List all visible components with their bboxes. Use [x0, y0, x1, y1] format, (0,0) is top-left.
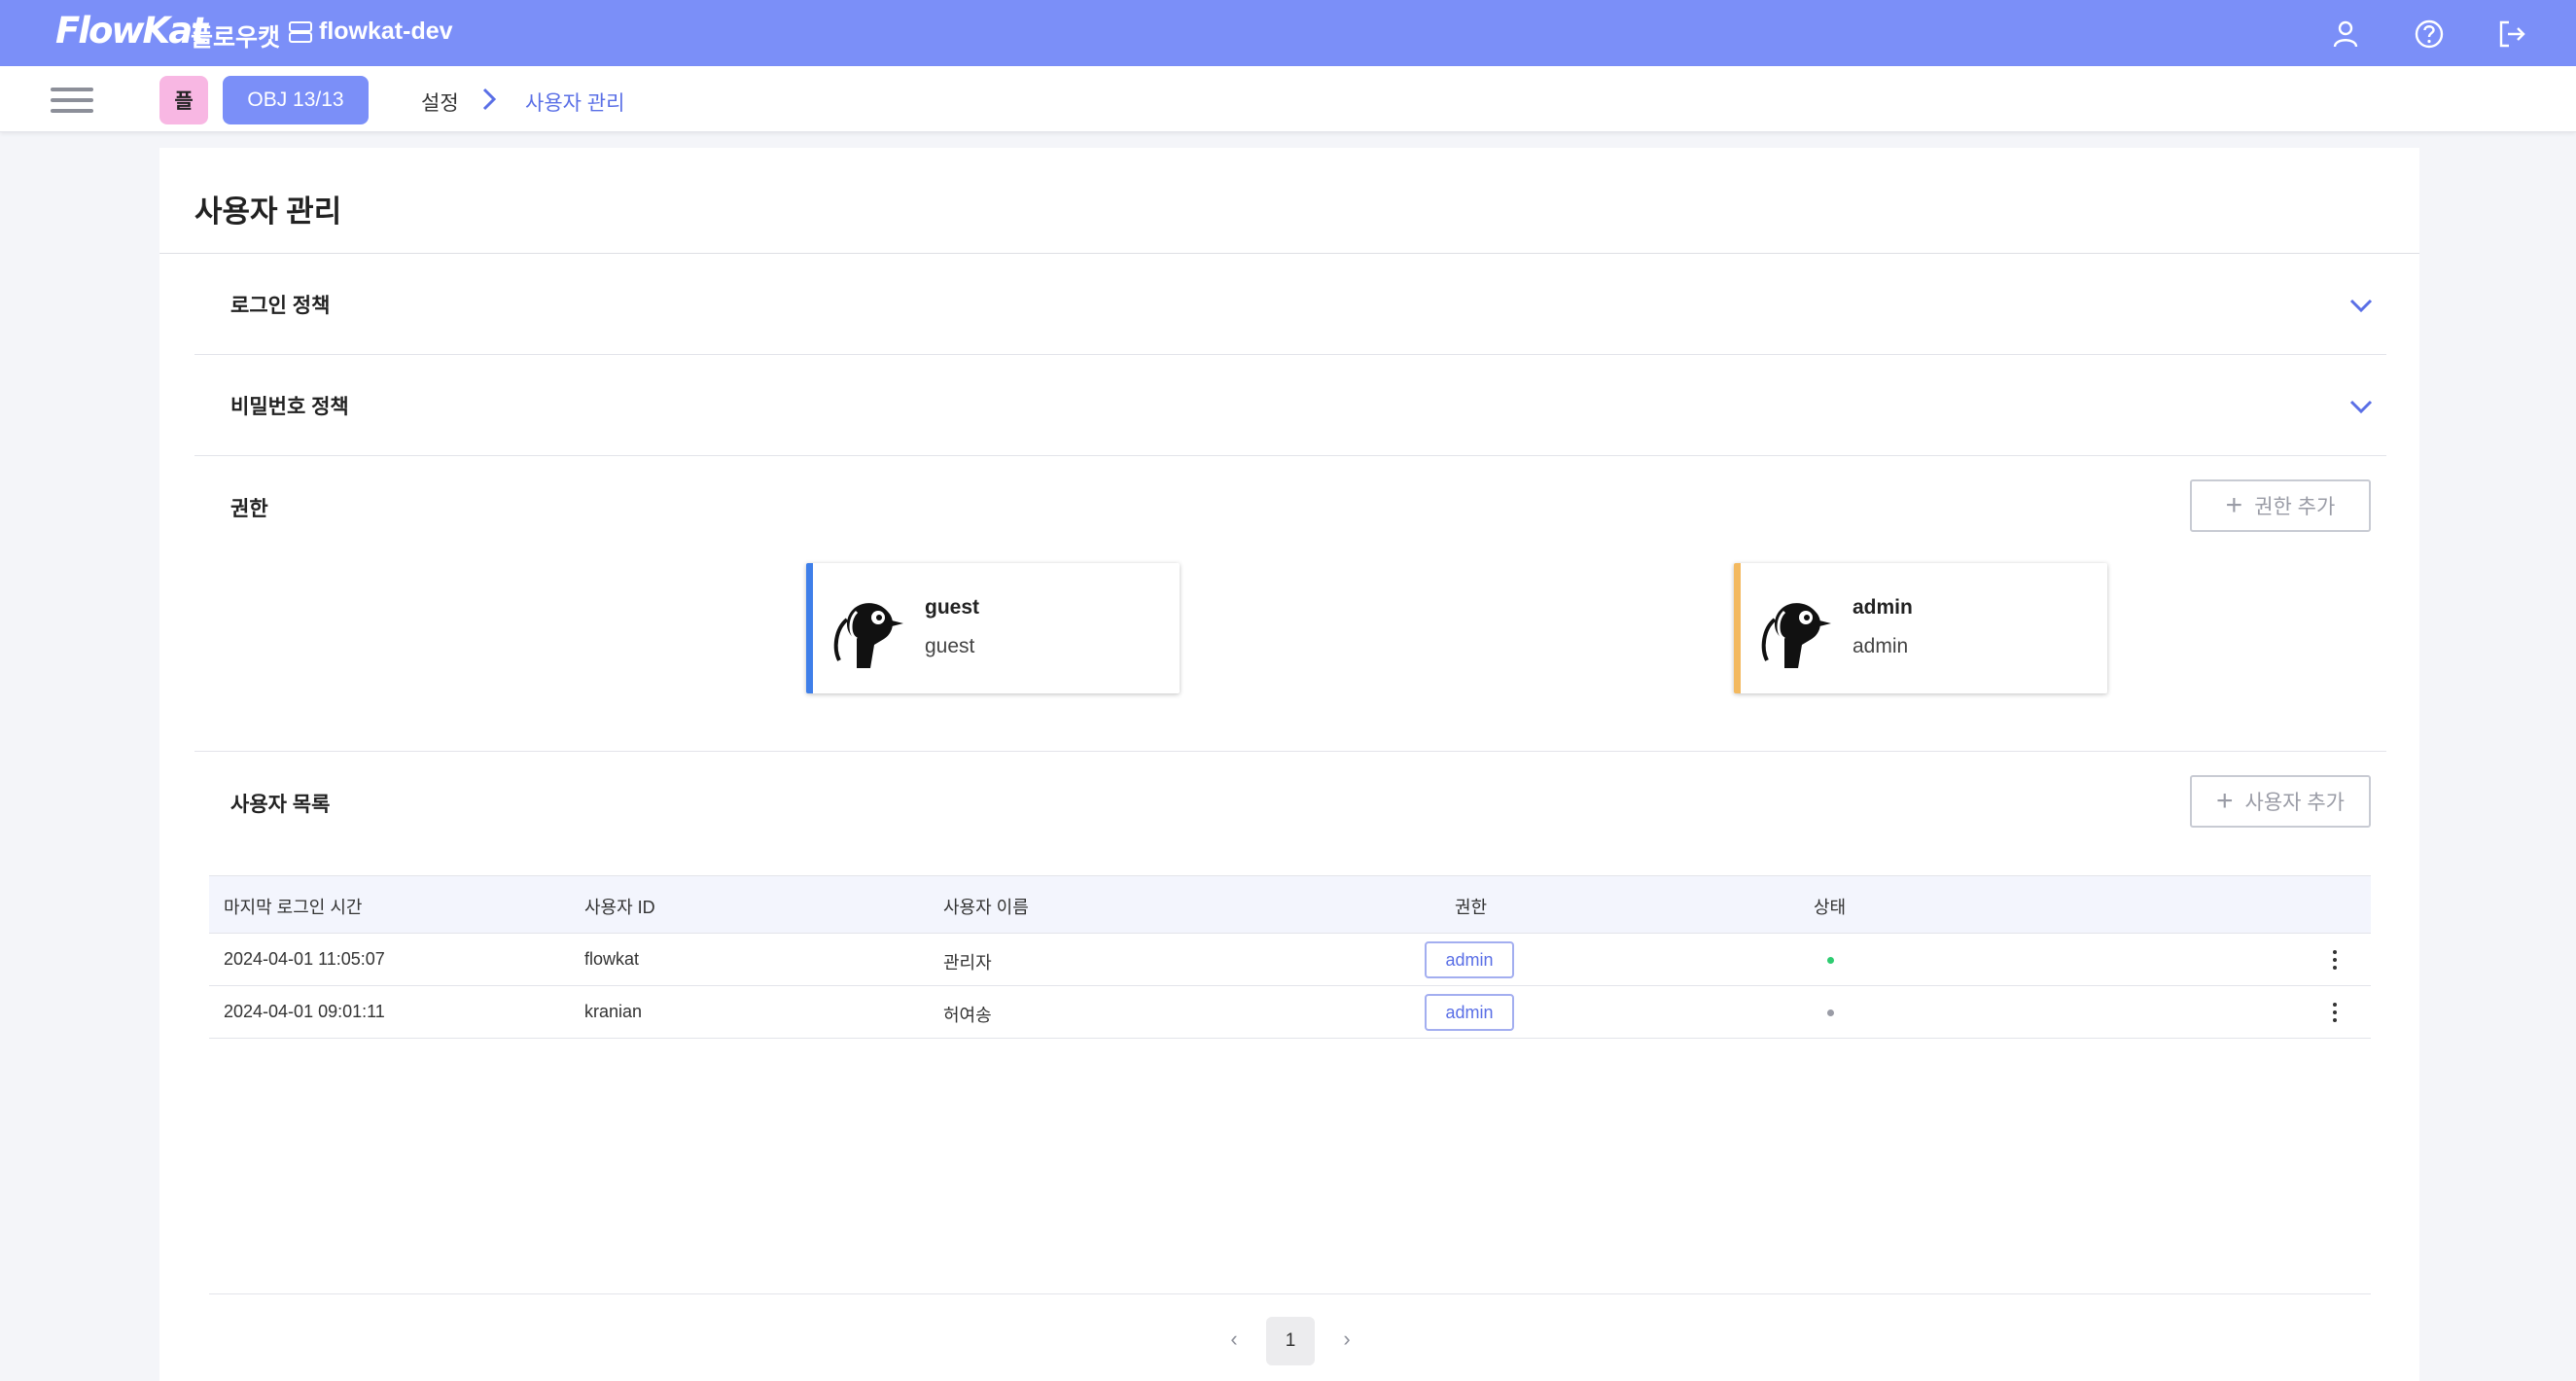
pagination-prev-icon[interactable]: ‹	[1224, 1327, 1244, 1352]
app-logo[interactable]: FlowKat	[55, 10, 208, 52]
roles-label: 권한	[230, 498, 268, 520]
role-name: admin	[1853, 596, 1913, 619]
obj-count-button[interactable]: OBJ 13/13	[223, 76, 369, 124]
pagination-next-icon[interactable]: ›	[1337, 1327, 1357, 1352]
role-description: guest	[925, 635, 975, 657]
role-chip[interactable]: admin	[1425, 941, 1514, 978]
pagination-page[interactable]: 1	[1266, 1317, 1315, 1365]
user-name-cell: 허여송	[943, 1006, 992, 1025]
status-dot	[1827, 1009, 1834, 1016]
project-badge[interactable]: 플	[159, 76, 208, 124]
column-header[interactable]: 사용자 ID	[584, 894, 655, 919]
column-header[interactable]: 상태	[1814, 894, 1846, 919]
user-id-cell: kranian	[584, 1002, 643, 1021]
user-icon[interactable]	[2329, 18, 2362, 51]
table-row[interactable]: 2024-04-01 09:01:11 kranian 허여송 admin	[209, 986, 2371, 1039]
more-options-icon[interactable]	[2329, 947, 2341, 973]
logout-icon[interactable]	[2495, 18, 2528, 51]
roles-section: 권한 + 권한 추가 guest guest admin admin	[194, 456, 2386, 752]
column-header[interactable]: 권한	[1455, 894, 1487, 919]
add-user-button[interactable]: + 사용자 추가	[2190, 775, 2371, 828]
menu-icon[interactable]	[51, 88, 93, 115]
table-header: 마지막 로그인 시간 사용자 ID 사용자 이름 권한 상태	[209, 875, 2371, 934]
last-login-cell: 2024-04-01 11:05:07	[224, 949, 385, 969]
login-policy-section[interactable]: 로그인 정책	[194, 254, 2386, 355]
chevron-down-icon[interactable]	[2347, 398, 2375, 415]
column-header[interactable]: 마지막 로그인 시간	[224, 894, 362, 919]
column-header[interactable]: 사용자 이름	[943, 894, 1029, 919]
more-options-icon[interactable]	[2329, 1000, 2341, 1025]
help-icon[interactable]	[2413, 18, 2446, 51]
chevron-down-icon[interactable]	[2347, 297, 2375, 314]
breadcrumb-settings[interactable]: 설정	[421, 88, 459, 117]
plus-icon: +	[2225, 489, 2243, 521]
project-selector[interactable]: flowkat-dev	[288, 18, 453, 46]
plus-icon: +	[2216, 785, 2234, 817]
table-footer-divider	[209, 1293, 2371, 1294]
add-user-label: 사용자 추가	[2244, 792, 2345, 814]
top-header: FlowKat 플로우캣 flowkat-dev	[0, 0, 2576, 66]
brand-name: 플로우캣	[191, 24, 281, 52]
add-role-label: 권한 추가	[2254, 496, 2336, 518]
role-color-bar	[1734, 563, 1741, 693]
role-card-guest[interactable]: guest guest	[806, 563, 1180, 693]
bird-avatar-icon	[833, 603, 903, 668]
status-dot	[1827, 957, 1834, 964]
add-role-button[interactable]: + 권한 추가	[2190, 479, 2371, 532]
login-policy-label: 로그인 정책	[230, 295, 331, 317]
page-title: 사용자 관리	[194, 195, 342, 229]
last-login-cell: 2024-04-01 09:01:11	[224, 1002, 385, 1021]
server-icon	[289, 20, 312, 43]
sub-header: 플 OBJ 13/13 설정 사용자 관리	[0, 66, 2576, 132]
user-id-cell: flowkat	[584, 949, 640, 969]
role-color-bar	[806, 563, 813, 693]
project-name: flowkat-dev	[319, 18, 453, 45]
role-description: admin	[1853, 635, 1909, 657]
password-policy-section[interactable]: 비밀번호 정책	[194, 355, 2386, 456]
table-row[interactable]: 2024-04-01 11:05:07 flowkat 관리자 admin	[209, 934, 2371, 986]
password-policy-label: 비밀번호 정책	[230, 396, 349, 418]
bird-avatar-icon	[1761, 603, 1831, 668]
role-name: guest	[925, 596, 980, 619]
role-card-admin[interactable]: admin admin	[1734, 563, 2107, 693]
user-list-label: 사용자 목록	[230, 794, 331, 816]
role-chip[interactable]: admin	[1425, 994, 1514, 1031]
user-table: 마지막 로그인 시간 사용자 ID 사용자 이름 권한 상태 2024-04-0…	[209, 875, 2371, 1039]
chevron-right-icon	[482, 88, 497, 111]
main-panel: 사용자 관리 로그인 정책 비밀번호 정책 권한 + 권한 추가 guest g…	[159, 148, 2419, 1381]
breadcrumb-current: 사용자 관리	[525, 92, 625, 115]
user-name-cell: 관리자	[943, 953, 992, 973]
